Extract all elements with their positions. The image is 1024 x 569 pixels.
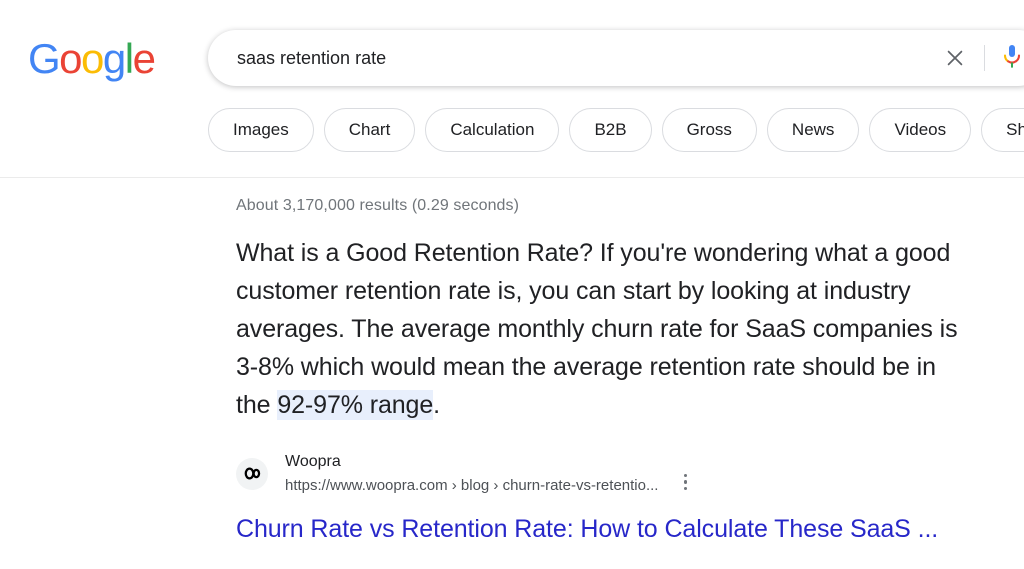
result-title-link[interactable]: Churn Rate vs Retention Rate: How to Cal…: [236, 513, 938, 545]
chip-videos[interactable]: Videos: [869, 108, 972, 152]
microphone-icon[interactable]: [999, 42, 1024, 74]
search-header: Google saas retention rate Images Chart …: [0, 0, 1024, 178]
microphone-icon-glyph: [1003, 45, 1021, 68]
kebab-dot-3: [683, 486, 688, 491]
snippet-text-after: .: [433, 391, 441, 419]
more-options-kebab-icon[interactable]: [672, 469, 698, 495]
kebab-dot-2: [683, 480, 688, 484]
logo-letter-e: e: [132, 35, 156, 82]
search-actions-divider: [984, 45, 985, 71]
chip-chart[interactable]: Chart: [323, 108, 416, 152]
kebab-dot-1: [683, 473, 688, 478]
google-search-results-page: Google saas retention rate Images Chart …: [0, 0, 1024, 569]
chip-shopping[interactable]: Shopping: [981, 108, 1024, 152]
search-bar[interactable]: [208, 30, 1024, 86]
chip-news[interactable]: News: [766, 108, 860, 152]
logo-letter-o1: o: [59, 35, 82, 82]
logo-letter-g2: g: [102, 35, 126, 82]
snippet-highlight: 92-97% range: [277, 390, 434, 420]
featured-snippet-text: What is a Good Retention Rate? If you're…: [236, 234, 976, 424]
source-site-name: Woopra: [285, 453, 341, 470]
logo-letter-l: l: [124, 35, 134, 82]
woopra-infinity-favicon-glyph: [244, 467, 260, 480]
logo-letter-o2: o: [81, 35, 104, 82]
close-icon-glyph: [947, 50, 963, 66]
search-bar-actions: [938, 31, 1024, 85]
google-logo[interactable]: Google: [28, 35, 156, 82]
source-text-block: Woopra https://www.woopra.com › blog › c…: [285, 451, 658, 496]
chip-images[interactable]: Images: [208, 108, 314, 152]
snippet-source-row[interactable]: Woopra https://www.woopra.com › blog › c…: [236, 451, 736, 496]
search-input[interactable]: [209, 31, 938, 85]
chip-b2b[interactable]: B2B: [569, 108, 652, 152]
close-icon[interactable]: [938, 41, 972, 75]
result-stats: About 3,170,000 results (0.29 seconds): [236, 197, 520, 214]
chip-gross[interactable]: Gross: [661, 108, 757, 152]
search-filter-chips: Images Chart Calculation B2B Gross News …: [208, 108, 1024, 152]
woopra-infinity-favicon: [236, 457, 268, 490]
source-breadcrumb-url: https://www.woopra.com › blog › churn-ra…: [285, 477, 659, 494]
chip-calculation[interactable]: Calculation: [425, 108, 560, 152]
logo-letter-g: G: [28, 35, 61, 82]
